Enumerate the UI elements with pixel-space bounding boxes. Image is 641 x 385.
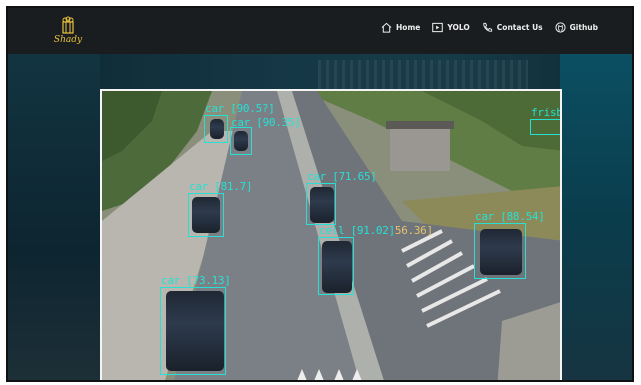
detection-box: frisbe bbox=[530, 106, 560, 135]
detection-box: cell [91.02]56.36] bbox=[318, 224, 433, 295]
background-railing bbox=[318, 60, 528, 90]
popcorn-icon bbox=[62, 16, 74, 34]
detection-label: car [71.65] bbox=[307, 170, 377, 183]
nav-home[interactable]: Home bbox=[381, 22, 420, 33]
detection-label: frisbe bbox=[531, 106, 562, 119]
nav-yolo[interactable]: YOLO bbox=[432, 22, 470, 33]
phone-icon bbox=[483, 22, 492, 32]
detection-label: car [90.5?] bbox=[205, 102, 275, 115]
play-icon bbox=[432, 22, 444, 33]
nav-contact[interactable]: Contact Us bbox=[482, 22, 543, 33]
detection-box: car [73.13] bbox=[160, 274, 231, 375]
detection-label-extra: 56.36] bbox=[394, 224, 433, 237]
detection-label: cell [91.02]56.36] bbox=[319, 224, 433, 237]
detection-box: car [81.7] bbox=[188, 180, 253, 237]
nav-github[interactable]: Github bbox=[555, 22, 598, 33]
background-building-left bbox=[8, 54, 100, 380]
detection-label: car [88.54] bbox=[475, 210, 545, 223]
detection-label: car [81.7] bbox=[189, 180, 253, 193]
app-window: Shady Home YOLO Contact Us Github car [9… bbox=[6, 6, 634, 382]
detection-label: car [73.13] bbox=[161, 274, 231, 287]
detection-label: car [90.35] bbox=[231, 116, 301, 129]
brand-name: Shady bbox=[53, 35, 83, 45]
detection-result-image: car [90.5?] car [90.35] car [81.7] car [… bbox=[100, 89, 562, 380]
detection-box: car [90.35] bbox=[230, 116, 301, 155]
home-icon bbox=[381, 22, 392, 33]
detection-box: car [88.54] bbox=[474, 210, 545, 279]
detection-label-text: cell [91.02] bbox=[319, 224, 395, 237]
brand-logo[interactable]: Shady bbox=[48, 16, 88, 45]
nav-github-label: Github bbox=[569, 23, 598, 32]
main-nav: Home YOLO Contact Us Github bbox=[381, 22, 598, 33]
github-icon bbox=[555, 22, 566, 33]
nav-contact-label: Contact Us bbox=[496, 23, 543, 32]
detection-box: car [71.65] bbox=[306, 170, 377, 225]
top-navbar: Shady Home YOLO Contact Us Github bbox=[8, 8, 632, 54]
nav-home-label: Home bbox=[396, 23, 421, 32]
nav-yolo-label: YOLO bbox=[447, 23, 470, 32]
detection-box: car [90.5?] bbox=[204, 102, 275, 143]
hero-background: car [90.5?] car [90.35] car [81.7] car [… bbox=[8, 54, 632, 380]
background-building-right bbox=[560, 54, 632, 380]
